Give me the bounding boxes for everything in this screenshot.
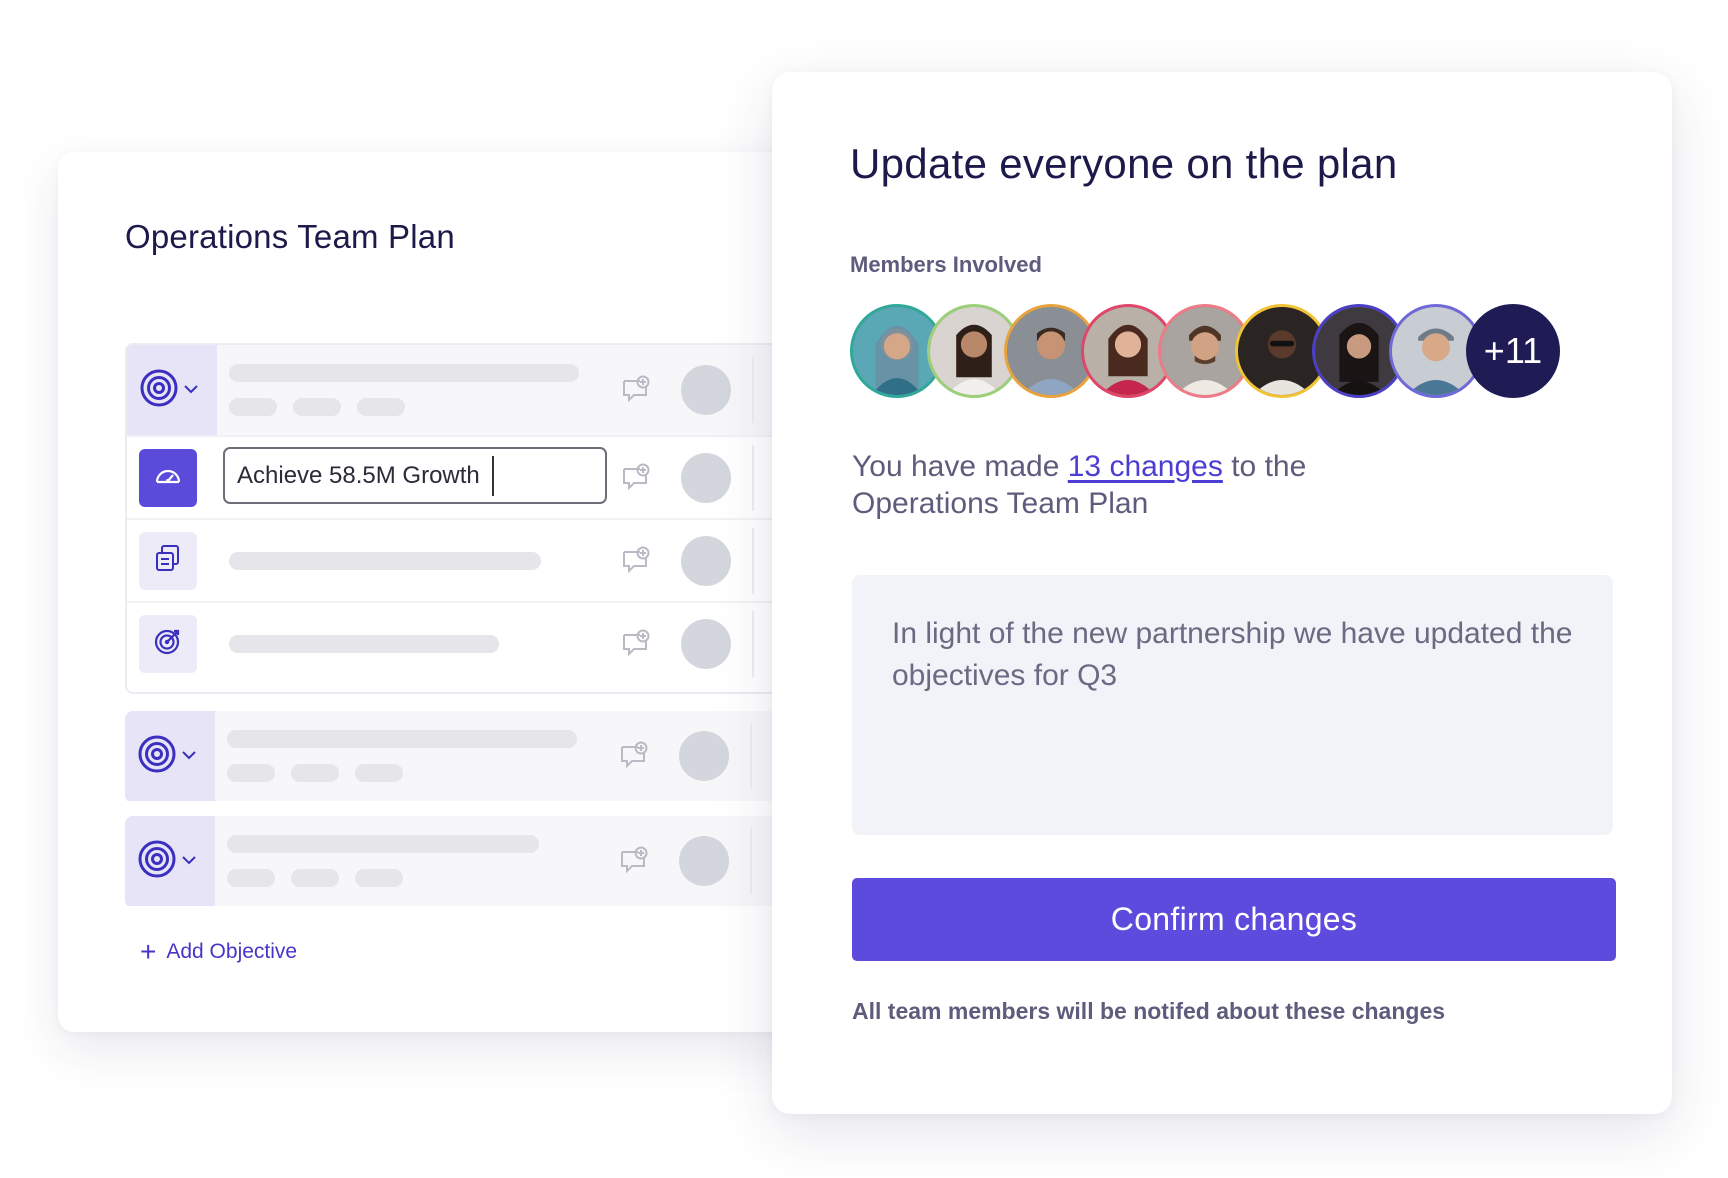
key-result-type-button[interactable]	[139, 531, 197, 590]
key-result-row[interactable]	[127, 601, 825, 684]
placeholder-line	[227, 730, 577, 748]
add-objective-label: Add Objective	[166, 940, 298, 963]
plan-card: Operations Team Plan Achieve 58.5M Growt…	[58, 152, 825, 1032]
placeholder-line	[229, 552, 541, 570]
comment-add-icon[interactable]	[621, 375, 651, 405]
target-icon	[137, 734, 177, 779]
target-icon	[139, 368, 179, 413]
placeholder-tag	[355, 764, 403, 782]
objective-type-selector[interactable]	[125, 711, 215, 801]
plan-title: Operations Team Plan	[125, 218, 455, 255]
more-members-badge[interactable]: +11	[1466, 304, 1560, 398]
comment-add-icon[interactable]	[621, 546, 651, 576]
plus-icon: +	[140, 936, 157, 967]
comment-add-icon[interactable]	[621, 463, 651, 493]
owner-avatar[interactable]	[681, 365, 731, 415]
key-result-input[interactable]: Achieve 58.5M Growth	[223, 447, 607, 504]
placeholder-line	[227, 835, 539, 853]
key-result-row[interactable]: Achieve 58.5M Growth	[127, 435, 825, 518]
changes-link[interactable]: 13 changes	[1068, 450, 1223, 483]
objective-row[interactable]	[125, 711, 825, 801]
gauge-icon	[153, 460, 183, 495]
objective-group	[125, 711, 825, 803]
divider	[750, 723, 752, 789]
chevron-down-icon	[181, 852, 197, 870]
text-cursor	[491, 455, 494, 496]
objective-group	[125, 816, 825, 908]
owner-avatar[interactable]	[681, 618, 731, 669]
comment-add-icon[interactable]	[619, 741, 649, 771]
update-dialog: Update everyone on the plan Members Invo…	[772, 72, 1672, 1114]
comment-add-icon[interactable]	[621, 629, 651, 659]
confirm-changes-button[interactable]: Confirm changes	[852, 878, 1616, 961]
placeholder-line	[229, 635, 499, 653]
placeholder-tag	[291, 764, 339, 782]
key-result-type-button[interactable]	[139, 448, 197, 507]
changes-summary: You have made 13 changes to the Operatio…	[852, 448, 1452, 522]
placeholder-tag	[291, 869, 339, 887]
key-result-row[interactable]	[127, 518, 825, 601]
divider	[752, 610, 754, 677]
document-stack-icon	[153, 543, 183, 578]
placeholder-tag	[227, 869, 275, 887]
member-avatars: +11	[850, 304, 1560, 400]
divider	[750, 828, 752, 894]
objective-type-selector[interactable]	[125, 816, 215, 906]
chevron-down-icon	[181, 747, 197, 765]
chevron-down-icon	[183, 381, 199, 399]
objective-group: Achieve 58.5M Growth	[125, 343, 825, 694]
key-result-type-button[interactable]	[139, 614, 197, 673]
placeholder-tag	[229, 398, 277, 416]
comment-add-icon[interactable]	[619, 846, 649, 876]
add-objective-button[interactable]: + Add Objective	[140, 938, 297, 966]
message-textarea[interactable]: In light of the new partnership we have …	[852, 575, 1613, 835]
changes-prefix: You have made	[852, 450, 1068, 483]
dialog-title: Update everyone on the plan	[850, 140, 1398, 187]
objective-row[interactable]	[127, 345, 825, 435]
key-result-text: Achieve 58.5M Growth	[237, 461, 480, 489]
objective-row[interactable]	[125, 816, 825, 906]
target-icon	[137, 839, 177, 884]
placeholder-tag	[357, 398, 405, 416]
divider	[752, 357, 754, 423]
divider	[752, 444, 754, 511]
owner-avatar[interactable]	[679, 836, 729, 886]
members-label: Members Involved	[850, 252, 1042, 277]
owner-avatar[interactable]	[679, 731, 729, 781]
placeholder-line	[229, 364, 579, 382]
owner-avatar[interactable]	[681, 452, 731, 503]
dartboard-icon	[153, 626, 183, 661]
owner-avatar[interactable]	[681, 535, 731, 586]
notification-notice: All team members will be notifed about t…	[852, 998, 1446, 1024]
placeholder-tag	[355, 869, 403, 887]
placeholder-tag	[227, 764, 275, 782]
placeholder-tag	[293, 398, 341, 416]
divider	[752, 527, 754, 594]
objective-type-selector[interactable]	[127, 345, 217, 435]
